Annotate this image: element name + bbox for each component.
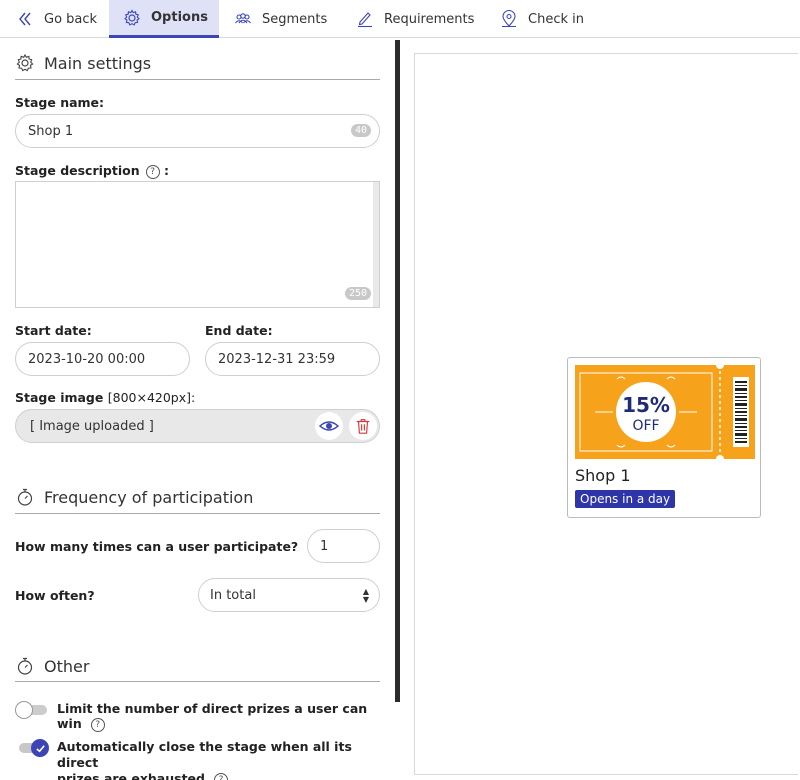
- gear-icon: [124, 8, 140, 26]
- help-icon[interactable]: ?: [214, 772, 228, 780]
- signature-icon: [358, 12, 372, 28]
- limit-prizes-label: Limit the number of direct prizes a user…: [57, 701, 395, 732]
- preview-stage-title: Shop 1: [575, 466, 631, 485]
- eye-icon: [319, 421, 339, 431]
- stage-description-colon: :: [163, 163, 169, 178]
- main-settings-title: Main settings: [44, 53, 152, 73]
- frequency-title: Frequency of participation: [44, 487, 254, 507]
- stage-image-label: Stage image [800×420px]:: [15, 390, 195, 405]
- stage-description-textarea[interactable]: 250: [15, 181, 380, 308]
- main-settings-header: Main settings: [15, 53, 151, 73]
- end-date-value: 2023-12-31 23:59: [218, 351, 336, 367]
- tab-requirements-label: Requirements: [384, 11, 475, 27]
- stage-preview-card[interactable]: 15% OFF Shop 1 Opens in a day: [567, 357, 761, 518]
- help-icon[interactable]: ?: [90, 717, 105, 732]
- other-header: Other: [15, 656, 89, 676]
- stage-image-field: [ Image uploaded ]: [15, 409, 380, 443]
- participation-times-value: 1: [320, 538, 329, 554]
- stage-name-input[interactable]: Shop 1 40: [15, 114, 380, 148]
- participation-times-label: How many times can a user participate?: [15, 539, 299, 554]
- stage-name-char-counter: 40: [350, 124, 371, 137]
- top-nav: Go back Options Segments Requirements Ch…: [0, 0, 800, 38]
- map-pin-icon: [502, 10, 516, 27]
- end-date-label: End date:: [205, 323, 273, 338]
- trash-icon: [356, 419, 370, 434]
- help-icon[interactable]: ?: [145, 164, 160, 179]
- tab-segments[interactable]: Segments: [234, 0, 327, 38]
- stage-image-label-text: Stage image: [15, 390, 104, 405]
- start-date-input[interactable]: 2023-10-20 00:00: [15, 342, 190, 376]
- stage-description-label-text: Stage description: [15, 163, 140, 178]
- limit-prizes-toggle[interactable]: [15, 701, 47, 719]
- textarea-scrollbar[interactable]: [373, 182, 379, 307]
- start-date-label: Start date:: [15, 323, 92, 338]
- tab-check-in-label: Check in: [528, 11, 584, 27]
- gear-icon: [16, 53, 34, 72]
- panel-resize-handle[interactable]: [395, 40, 400, 702]
- divider: [15, 513, 380, 514]
- check-icon: [35, 744, 45, 752]
- stage-name-label: Stage name:: [15, 95, 105, 110]
- coupon-percent-text: 15%: [622, 393, 670, 417]
- preview-image-button[interactable]: [315, 412, 343, 440]
- coupon-off-text: OFF: [632, 418, 659, 434]
- participation-times-input[interactable]: 1: [307, 529, 380, 563]
- tab-options-label: Options: [151, 10, 208, 25]
- toggle-knob: [31, 739, 49, 757]
- autoclose-label: Automatically close the stage when all i…: [57, 739, 395, 780]
- frequency-header: Frequency of participation: [15, 487, 253, 507]
- tab-requirements[interactable]: Requirements: [356, 0, 474, 38]
- autoclose-row: Automatically close the stage when all i…: [15, 739, 395, 780]
- toggle-knob: [15, 701, 33, 719]
- tab-options[interactable]: Options: [109, 0, 219, 38]
- stage-image-size: [800×420px]:: [107, 390, 196, 405]
- stage-image-value: [ Image uploaded ]: [30, 418, 154, 434]
- start-date-value: 2023-10-20 00:00: [28, 351, 146, 367]
- stopwatch-icon: [17, 488, 33, 506]
- how-often-label: How often?: [15, 588, 95, 603]
- autoclose-toggle[interactable]: [15, 739, 49, 757]
- users-group-icon: [235, 13, 251, 24]
- end-date-input[interactable]: 2023-12-31 23:59: [205, 342, 380, 376]
- select-arrows-icon: ▲ ▼: [362, 587, 369, 604]
- tab-check-in[interactable]: Check in: [500, 0, 584, 38]
- go-back-tab[interactable]: Go back: [16, 0, 97, 38]
- coupon-image: 15% OFF: [575, 365, 755, 459]
- divider: [15, 79, 380, 80]
- how-often-select[interactable]: In total ▲ ▼: [198, 578, 380, 612]
- autoclose-text-line1: Automatically close the stage when all i…: [57, 739, 352, 770]
- tab-segments-label: Segments: [262, 11, 328, 27]
- settings-panel: Main settings Stage name: Shop 1 40 Stag…: [5, 40, 395, 780]
- other-title: Other: [44, 656, 90, 676]
- delete-image-button[interactable]: [349, 412, 377, 440]
- autoclose-text-line2: prizes are exhausted: [57, 771, 205, 780]
- go-back-label: Go back: [44, 11, 98, 27]
- stage-description-label: Stage description? :: [15, 163, 169, 179]
- stage-name-value: Shop 1: [28, 123, 74, 139]
- divider: [15, 681, 380, 682]
- stage-description-char-counter: 250: [344, 287, 371, 300]
- how-often-value: In total: [210, 587, 256, 603]
- limit-prizes-row: Limit the number of direct prizes a user…: [15, 701, 395, 732]
- opens-status-badge: Opens in a day: [575, 490, 676, 508]
- stopwatch-icon: [17, 657, 33, 675]
- double-chevron-left-icon: [19, 12, 31, 26]
